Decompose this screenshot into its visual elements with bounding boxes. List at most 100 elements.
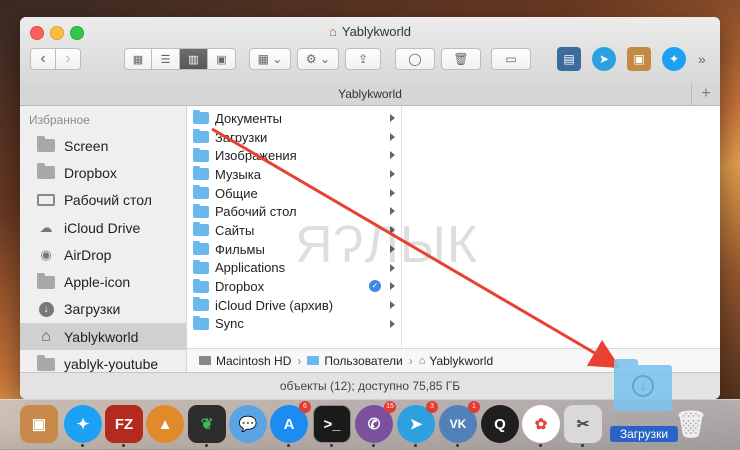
terminal-icon[interactable]: >_	[313, 405, 351, 443]
view-columns-button[interactable]: ▥	[180, 48, 208, 70]
preview-app-icon[interactable]: ▣	[20, 405, 58, 443]
cloud-icon: ☁	[39, 219, 53, 235]
action-button[interactable]: ⚙ ⌄	[297, 48, 339, 70]
list-item[interactable]: Общие	[187, 184, 401, 203]
folder-icon	[193, 241, 209, 256]
share-icon: ⇪	[357, 52, 369, 66]
running-indicator	[372, 444, 375, 447]
back-button[interactable]: ‹	[30, 48, 56, 70]
filezilla-icon[interactable]: FZ	[105, 405, 143, 443]
list-item[interactable]: Dropbox ✓	[187, 277, 401, 296]
item-label: Dropbox	[215, 279, 265, 295]
list-item[interactable]: Музыка	[187, 165, 401, 184]
new-tab-button[interactable]: +	[691, 83, 720, 105]
dragged-folder[interactable]: ↓	[610, 359, 676, 413]
tags-button[interactable]: ◯	[395, 48, 435, 70]
item-label: Сайты	[215, 222, 255, 238]
folder-icon	[36, 354, 56, 371]
forward-button[interactable]: ›	[55, 48, 81, 70]
telegram-icon[interactable]: ➤ 3	[397, 401, 438, 443]
running-indicator	[330, 444, 333, 447]
sidebar-item-label: Dropbox	[64, 164, 117, 181]
list-item[interactable]: Sync	[187, 315, 401, 334]
view-switcher: ▦ ☰ ▥ ▣	[124, 48, 236, 70]
running-indicator	[539, 444, 542, 447]
sidebar-item-yablyk-youtube[interactable]: yablyk-youtube	[20, 350, 186, 373]
notification-badge: 15	[384, 401, 396, 413]
path-segment-home[interactable]: Yablykworld	[429, 354, 493, 368]
item-label: Загрузки	[215, 129, 268, 145]
watermark: ЯɁЛЫК	[295, 216, 479, 274]
sidebar-item-desktop[interactable]: Рабочий стол	[20, 187, 186, 214]
notification-badge: 3	[426, 401, 438, 413]
item-label: Общие	[215, 185, 258, 201]
sidebar-item-label: Apple-icon	[64, 274, 131, 291]
group-button[interactable]: ▦ ⌄	[249, 48, 291, 70]
folder-icon	[36, 272, 56, 289]
sidebar-item-airdrop[interactable]: ◉ AirDrop	[20, 241, 186, 268]
sidebar-item-dropbox[interactable]: Dropbox	[20, 159, 186, 186]
sidebar-item-label: iCloud Drive	[64, 219, 141, 236]
screenshot-app-icon[interactable]: ▤	[557, 47, 581, 71]
disclosure-arrow-icon	[390, 132, 395, 141]
view-list-button[interactable]: ☰	[152, 48, 180, 70]
running-indicator	[581, 444, 584, 447]
sidebar-item-yablykworld[interactable]: ⌂ Yablykworld	[20, 323, 186, 351]
sync-status-icon: ✓	[369, 280, 381, 293]
disclosure-arrow-icon	[390, 282, 395, 291]
folder-icon	[193, 147, 209, 162]
sidebar-item-apple-icon[interactable]: Apple-icon	[20, 268, 186, 295]
trash-icon: 🗑	[453, 52, 469, 66]
share-button[interactable]: ⇪	[345, 48, 381, 70]
folder-icon	[193, 203, 209, 218]
disclosure-arrow-icon	[390, 319, 395, 328]
disclosure-arrow-icon	[390, 114, 395, 122]
messages-icon[interactable]: 💬	[229, 405, 267, 443]
toolbar-more-button[interactable]: »	[698, 51, 706, 67]
twitter-icon[interactable]: ✦	[64, 405, 102, 443]
item-label: Applications	[215, 260, 286, 276]
screenshot-utility-icon[interactable]: ✂	[564, 405, 602, 443]
sidebar-item-label: Yablykworld	[64, 328, 139, 345]
desktop-icon	[36, 193, 56, 207]
disclosure-arrow-icon	[390, 300, 395, 309]
list-item[interactable]: Документы	[187, 109, 401, 128]
list-item[interactable]: iCloud Drive (архив)	[187, 296, 401, 315]
list-item[interactable]: Загрузки	[187, 128, 401, 147]
view-icons-button[interactable]: ▦	[124, 48, 152, 70]
folder-icon	[193, 315, 209, 330]
photos-icon[interactable]: ✿	[522, 405, 560, 443]
quicktime-icon[interactable]: Q	[481, 405, 519, 443]
twitter-icon[interactable]: ✦	[662, 47, 686, 71]
app-store-icon[interactable]: A6	[270, 401, 311, 443]
vk-icon[interactable]: VK 1	[439, 401, 480, 443]
path-segment-disk[interactable]: Macintosh HD	[216, 354, 291, 368]
view-gallery-button[interactable]: ▣	[208, 48, 236, 70]
tab-yablykworld[interactable]: Yablykworld	[338, 87, 402, 101]
disclosure-arrow-icon	[390, 188, 395, 197]
status-text: объекты (12); доступно 75,85 ГБ	[279, 379, 461, 393]
preview-app-icon[interactable]: ▣	[627, 47, 651, 71]
delete-button[interactable]: 🗑	[441, 48, 481, 70]
sidebar-item-screen[interactable]: Screen	[20, 132, 186, 159]
list-item[interactable]: Изображения	[187, 146, 401, 165]
title-bar: ⌂ Yablykworld ‹ › ▦ ☰ ▥ ▣ ▦ ⌄ ⚙ ⌄ ⇪ ◯ 🗑 ▭…	[20, 17, 720, 84]
folder-icon	[193, 259, 209, 274]
new-folder-button[interactable]: ▭	[491, 48, 531, 70]
item-label: Музыка	[215, 166, 261, 182]
window-title: ⌂ Yablykworld	[20, 24, 720, 39]
folder-icon	[193, 297, 209, 312]
sidebar-item-downloads[interactable]: ↓ Загрузки	[20, 296, 186, 323]
window-title-text: Yablykworld	[341, 24, 411, 39]
running-indicator	[456, 444, 459, 447]
folder-icon	[36, 136, 56, 153]
viber-icon[interactable]: ✆ 15	[355, 401, 396, 443]
vlc-icon[interactable]: ▲	[146, 405, 184, 443]
sidebar-item-icloud[interactable]: ☁ iCloud Drive	[20, 214, 186, 241]
folder-icon	[193, 129, 209, 144]
path-segment-users[interactable]: Пользователи	[324, 354, 402, 368]
evernote-icon[interactable]: ❦	[188, 405, 226, 443]
telegram-icon[interactable]: ➤	[592, 47, 616, 71]
tag-icon: ◯	[408, 52, 422, 66]
downloads-folder-icon: ↓	[614, 359, 672, 411]
